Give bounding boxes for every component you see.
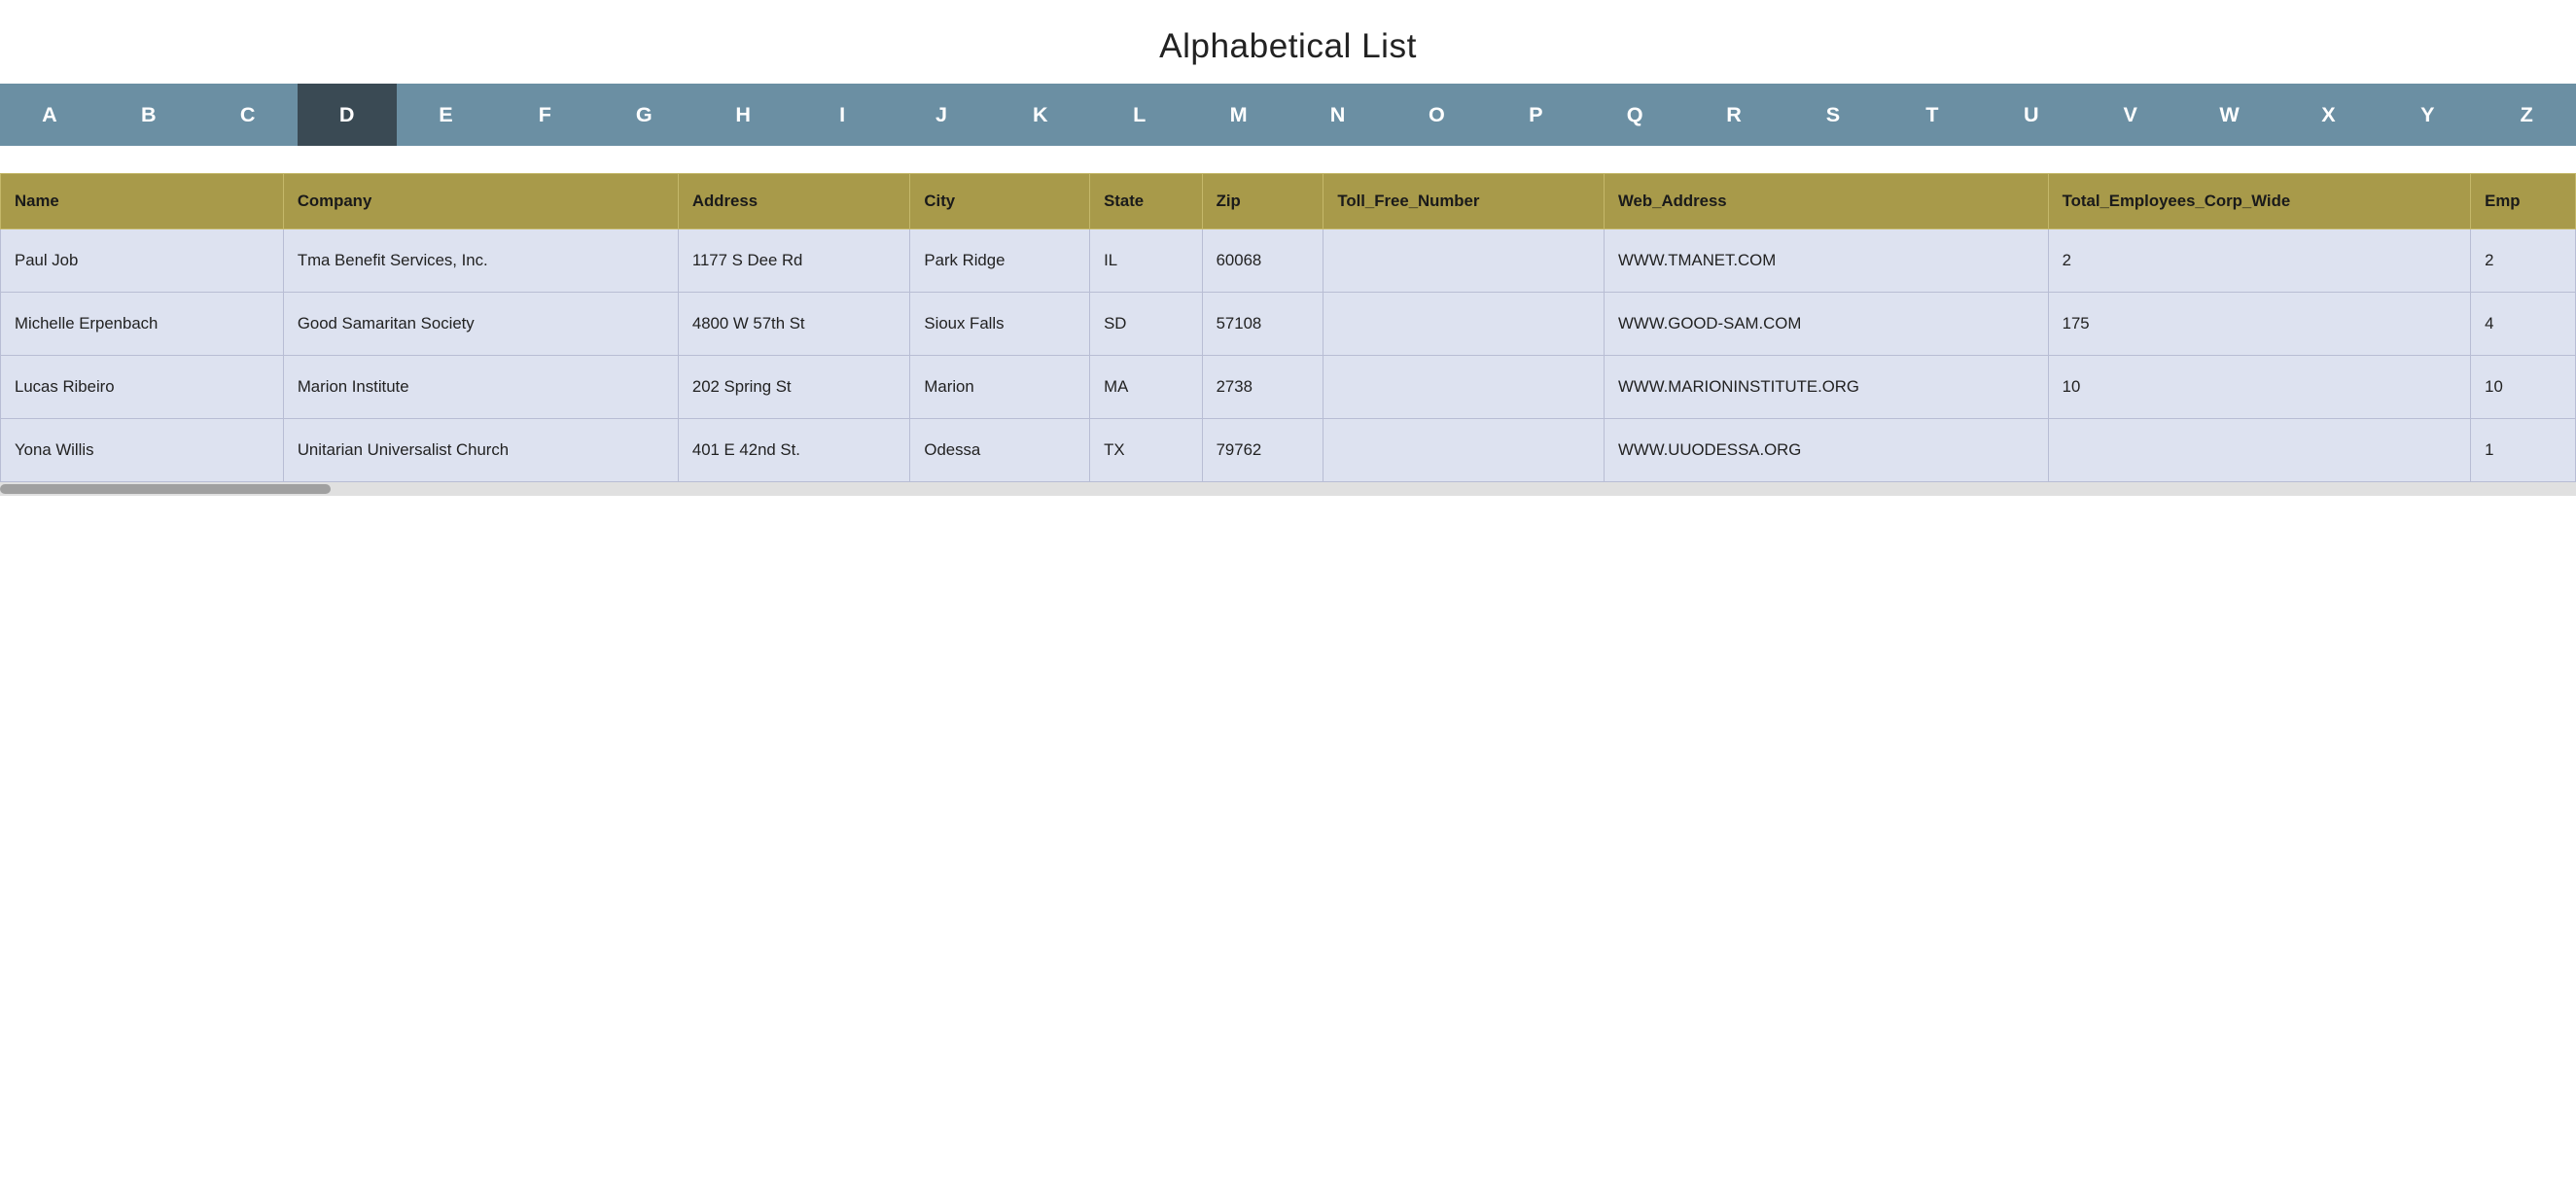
col-header-zip: Zip xyxy=(1202,174,1323,229)
cell-address: 401 E 42nd St. xyxy=(678,419,910,482)
cell-name: Yona Willis xyxy=(1,419,284,482)
alphabetical-table: NameCompanyAddressCityStateZipToll_Free_… xyxy=(0,173,2576,482)
cell-emp: 2 xyxy=(2471,229,2576,293)
cell-total_employees_corp_wide: 2 xyxy=(2048,229,2471,293)
cell-web_address: WWW.GOOD-SAM.COM xyxy=(1605,293,2049,356)
alphabet-nav: ABCDEFGHIJKLMNOPQRSTUVWXYZ xyxy=(0,84,2576,146)
table-row: Lucas RibeiroMarion Institute202 Spring … xyxy=(1,356,2576,419)
cell-name: Lucas Ribeiro xyxy=(1,356,284,419)
cell-web_address: WWW.TMANET.COM xyxy=(1605,229,2049,293)
col-header-emp: Emp xyxy=(2471,174,2576,229)
col-header-toll_free: Toll_Free_Number xyxy=(1323,174,1605,229)
cell-emp: 4 xyxy=(2471,293,2576,356)
nav-letter-g[interactable]: G xyxy=(594,84,693,146)
cell-web_address: WWW.UUODESSA.ORG xyxy=(1605,419,2049,482)
col-header-city: City xyxy=(910,174,1090,229)
nav-letter-j[interactable]: J xyxy=(892,84,991,146)
nav-letter-f[interactable]: F xyxy=(495,84,594,146)
cell-toll_free xyxy=(1323,419,1605,482)
scrollbar-thumb[interactable] xyxy=(0,484,331,494)
cell-company: Tma Benefit Services, Inc. xyxy=(283,229,678,293)
nav-letter-u[interactable]: U xyxy=(1982,84,2081,146)
nav-letter-l[interactable]: L xyxy=(1090,84,1189,146)
nav-letter-e[interactable]: E xyxy=(397,84,496,146)
scrollbar-area[interactable] xyxy=(0,482,2576,496)
nav-letter-m[interactable]: M xyxy=(1189,84,1288,146)
nav-letter-x[interactable]: X xyxy=(2278,84,2378,146)
cell-toll_free xyxy=(1323,293,1605,356)
nav-letter-h[interactable]: H xyxy=(693,84,793,146)
cell-emp: 10 xyxy=(2471,356,2576,419)
table-row: Yona WillisUnitarian Universalist Church… xyxy=(1,419,2576,482)
nav-letter-c[interactable]: C xyxy=(198,84,298,146)
col-header-state: State xyxy=(1090,174,1202,229)
cell-total_employees_corp_wide xyxy=(2048,419,2471,482)
cell-web_address: WWW.MARIONINSTITUTE.ORG xyxy=(1605,356,2049,419)
nav-letter-q[interactable]: Q xyxy=(1585,84,1684,146)
table-wrapper: NameCompanyAddressCityStateZipToll_Free_… xyxy=(0,146,2576,482)
col-header-company: Company xyxy=(283,174,678,229)
cell-state: TX xyxy=(1090,419,1202,482)
cell-zip: 57108 xyxy=(1202,293,1323,356)
nav-letter-a[interactable]: A xyxy=(0,84,99,146)
nav-letter-o[interactable]: O xyxy=(1387,84,1486,146)
cell-toll_free xyxy=(1323,229,1605,293)
cell-company: Good Samaritan Society xyxy=(283,293,678,356)
col-header-total_employees_corp_wide: Total_Employees_Corp_Wide xyxy=(2048,174,2471,229)
cell-name: Michelle Erpenbach xyxy=(1,293,284,356)
table-row: Michelle ErpenbachGood Samaritan Society… xyxy=(1,293,2576,356)
nav-letter-v[interactable]: V xyxy=(2081,84,2180,146)
cell-city: Odessa xyxy=(910,419,1090,482)
cell-state: SD xyxy=(1090,293,1202,356)
nav-letter-r[interactable]: R xyxy=(1684,84,1783,146)
cell-state: IL xyxy=(1090,229,1202,293)
cell-address: 4800 W 57th St xyxy=(678,293,910,356)
cell-city: Park Ridge xyxy=(910,229,1090,293)
nav-letter-b[interactable]: B xyxy=(99,84,198,146)
nav-letter-z[interactable]: Z xyxy=(2477,84,2576,146)
page-title: Alphabetical List xyxy=(0,0,2576,84)
nav-letter-w[interactable]: W xyxy=(2180,84,2279,146)
cell-company: Unitarian Universalist Church xyxy=(283,419,678,482)
col-header-address: Address xyxy=(678,174,910,229)
cell-address: 1177 S Dee Rd xyxy=(678,229,910,293)
cell-city: Sioux Falls xyxy=(910,293,1090,356)
cell-state: MA xyxy=(1090,356,1202,419)
nav-letter-i[interactable]: I xyxy=(793,84,892,146)
nav-letter-d[interactable]: D xyxy=(298,84,397,146)
table-row: Paul JobTma Benefit Services, Inc.1177 S… xyxy=(1,229,2576,293)
nav-letter-t[interactable]: T xyxy=(1883,84,1982,146)
nav-letter-n[interactable]: N xyxy=(1288,84,1388,146)
cell-company: Marion Institute xyxy=(283,356,678,419)
cell-address: 202 Spring St xyxy=(678,356,910,419)
cell-total_employees_corp_wide: 10 xyxy=(2048,356,2471,419)
cell-city: Marion xyxy=(910,356,1090,419)
cell-toll_free xyxy=(1323,356,1605,419)
nav-letter-k[interactable]: K xyxy=(991,84,1090,146)
cell-emp: 1 xyxy=(2471,419,2576,482)
cell-total_employees_corp_wide: 175 xyxy=(2048,293,2471,356)
nav-letter-p[interactable]: P xyxy=(1486,84,1585,146)
cell-zip: 60068 xyxy=(1202,229,1323,293)
cell-zip: 79762 xyxy=(1202,419,1323,482)
cell-name: Paul Job xyxy=(1,229,284,293)
nav-letter-y[interactable]: Y xyxy=(2378,84,2477,146)
nav-letter-s[interactable]: S xyxy=(1783,84,1883,146)
col-header-name: Name xyxy=(1,174,284,229)
col-header-web_address: Web_Address xyxy=(1605,174,2049,229)
cell-zip: 2738 xyxy=(1202,356,1323,419)
